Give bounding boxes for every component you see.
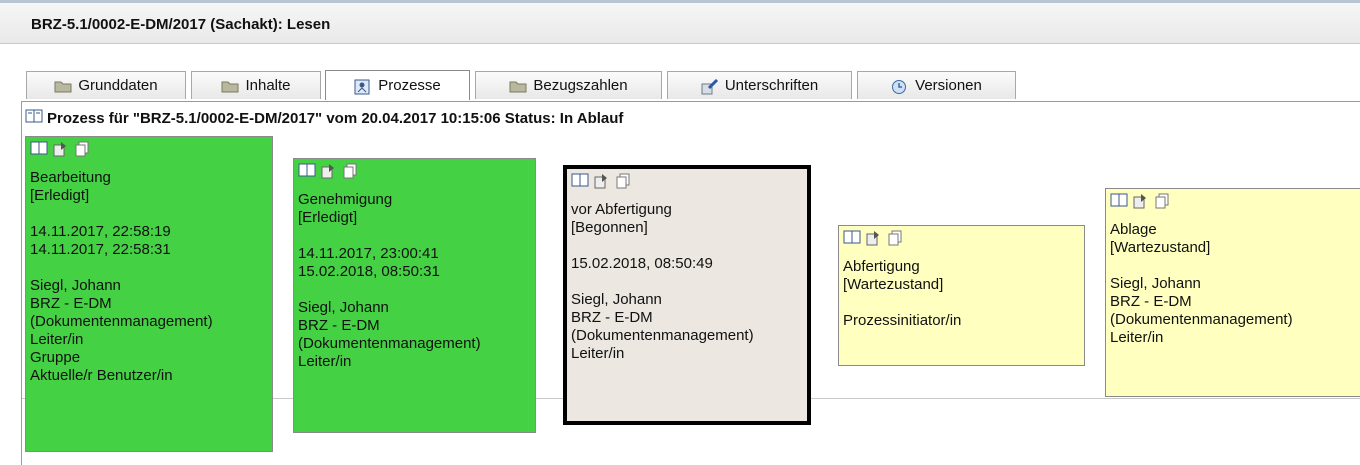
step-date-start: 15.02.2018, 08:50:49 bbox=[571, 255, 713, 272]
book-icon[interactable] bbox=[25, 109, 43, 127]
step-org-detail: (Dokumentenmanagement) bbox=[298, 335, 481, 352]
step-name: Ablage bbox=[1110, 221, 1157, 238]
process-panel: Prozess für "BRZ-5.1/0002-E-DM/2017" vom… bbox=[21, 101, 1360, 465]
step-icon-row bbox=[571, 173, 803, 191]
tab-label: Unterschriften bbox=[724, 77, 819, 94]
tab-label: Grunddaten bbox=[78, 77, 158, 94]
step-group: Gruppe bbox=[30, 349, 81, 366]
copy-icon[interactable] bbox=[1154, 193, 1172, 209]
step-status: [Erledigt] bbox=[298, 209, 358, 226]
step-role: Leiter/in bbox=[30, 331, 84, 348]
step-org: BRZ - E-DM bbox=[571, 309, 653, 326]
step-date-start: 14.11.2017, 23:00:41 bbox=[298, 245, 439, 262]
versions-icon bbox=[891, 79, 909, 94]
titlebar-accent-line bbox=[0, 0, 1360, 3]
step-icon-row bbox=[298, 163, 531, 181]
step-date-end: 14.11.2017, 22:58:31 bbox=[30, 241, 171, 258]
forward-icon[interactable] bbox=[52, 141, 70, 157]
tab-unterschriften[interactable]: Unterschriften bbox=[667, 71, 852, 99]
process-step-ablage[interactable]: Ablage [Wartezustand] Siegl, Johann BRZ … bbox=[1105, 188, 1360, 397]
forward-icon[interactable] bbox=[320, 163, 338, 179]
book-icon[interactable] bbox=[571, 173, 589, 189]
step-date-end: 15.02.2018, 08:50:31 bbox=[298, 263, 440, 280]
step-date-start: 14.11.2017, 22:58:19 bbox=[30, 223, 171, 240]
step-org: BRZ - E-DM bbox=[298, 317, 380, 334]
step-icon-row bbox=[30, 141, 268, 159]
process-step-bearbeitung[interactable]: Bearbeitung [Erledigt] 14.11.2017, 22:58… bbox=[25, 136, 273, 452]
process-step-genehmigung[interactable]: Genehmigung [Erledigt] 14.11.2017, 23:00… bbox=[293, 158, 536, 433]
signature-icon bbox=[701, 78, 719, 94]
book-icon[interactable] bbox=[843, 230, 861, 246]
copy-icon[interactable] bbox=[615, 173, 633, 189]
tab-bezugszahlen[interactable]: Bezugszahlen bbox=[475, 71, 662, 99]
tab-grunddaten[interactable]: Grunddaten bbox=[26, 71, 186, 99]
step-name: Bearbeitung bbox=[30, 169, 111, 186]
tab-label: Prozesse bbox=[378, 77, 441, 94]
process-icon bbox=[354, 79, 372, 94]
tab-strip: Grunddaten Inhalte Prozesse Bezugszahlen… bbox=[21, 69, 1360, 102]
process-heading: Prozess für "BRZ-5.1/0002-E-DM/2017" vom… bbox=[25, 109, 623, 127]
step-status: [Erledigt] bbox=[30, 187, 90, 204]
folder-icon bbox=[221, 79, 239, 93]
forward-icon[interactable] bbox=[1132, 193, 1150, 209]
step-icon-row bbox=[843, 230, 1080, 248]
step-person: Siegl, Johann bbox=[1110, 275, 1201, 292]
step-org-detail: (Dokumentenmanagement) bbox=[30, 313, 213, 330]
tab-label: Inhalte bbox=[245, 77, 291, 94]
window-title: BRZ-5.1/0002-E-DM/2017 (Sachakt): Lesen bbox=[31, 16, 331, 33]
tab-versionen[interactable]: Versionen bbox=[857, 71, 1016, 99]
step-person: Siegl, Johann bbox=[571, 291, 662, 308]
step-org-detail: (Dokumentenmanagement) bbox=[571, 327, 754, 344]
tab-label: Bezugszahlen bbox=[533, 77, 628, 94]
copy-icon[interactable] bbox=[887, 230, 905, 246]
forward-icon[interactable] bbox=[865, 230, 883, 246]
process-heading-text: Prozess für "BRZ-5.1/0002-E-DM/2017" vom… bbox=[47, 109, 624, 127]
step-icon-row bbox=[1110, 193, 1357, 211]
process-step-abfertigung[interactable]: Abfertigung [Wartezustand] Prozessinitia… bbox=[838, 225, 1085, 366]
step-role: Leiter/in bbox=[1110, 329, 1164, 346]
folder-icon bbox=[509, 79, 527, 93]
step-name: Abfertigung bbox=[843, 258, 920, 275]
step-org: BRZ - E-DM bbox=[1110, 293, 1192, 310]
tab-prozesse[interactable]: Prozesse bbox=[325, 70, 470, 100]
forward-icon[interactable] bbox=[593, 173, 611, 189]
book-icon[interactable] bbox=[298, 163, 316, 179]
window-titlebar: BRZ-5.1/0002-E-DM/2017 (Sachakt): Lesen bbox=[0, 0, 1360, 44]
step-name: vor Abfertigung bbox=[571, 201, 672, 218]
copy-icon[interactable] bbox=[342, 163, 360, 179]
step-group-detail: Aktuelle/r Benutzer/in bbox=[30, 367, 173, 384]
process-step-vor-abfertigung[interactable]: vor Abfertigung [Begonnen] 15.02.2018, 0… bbox=[563, 165, 811, 425]
step-org-detail: (Dokumentenmanagement) bbox=[1110, 311, 1293, 328]
tab-inhalte[interactable]: Inhalte bbox=[191, 71, 321, 99]
tab-label: Versionen bbox=[915, 77, 982, 94]
step-status: [Wartezustand] bbox=[843, 276, 944, 293]
step-status: [Wartezustand] bbox=[1110, 239, 1211, 256]
step-role: Leiter/in bbox=[298, 353, 352, 370]
step-org: BRZ - E-DM bbox=[30, 295, 112, 312]
step-role: Leiter/in bbox=[571, 345, 625, 362]
folder-icon bbox=[54, 79, 72, 93]
book-icon[interactable] bbox=[1110, 193, 1128, 209]
step-person: Siegl, Johann bbox=[298, 299, 389, 316]
step-role: Prozessinitiator/in bbox=[843, 312, 962, 329]
step-name: Genehmigung bbox=[298, 191, 393, 208]
step-person: Siegl, Johann bbox=[30, 277, 121, 294]
step-status: [Begonnen] bbox=[571, 219, 648, 236]
copy-icon[interactable] bbox=[74, 141, 92, 157]
book-icon[interactable] bbox=[30, 141, 48, 157]
